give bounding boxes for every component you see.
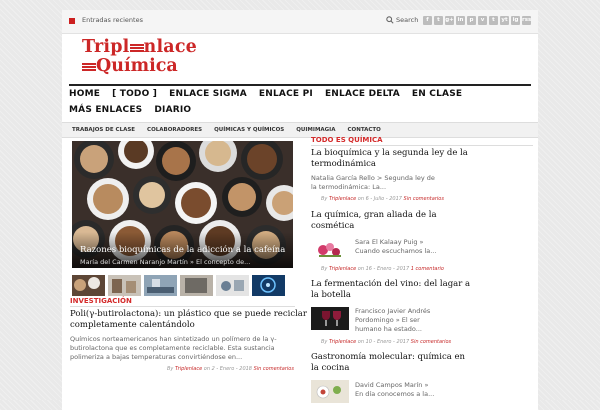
youtube-icon[interactable]: yt (500, 16, 509, 25)
section-investigacion[interactable]: INVESTIGACIÓN (70, 297, 132, 305)
slider-thumbnails (72, 275, 285, 296)
post-title[interactable]: Poli(γ-butirolactona): un plástico que s… (70, 309, 307, 320)
post-title-line2[interactable]: completamente calentándolo (70, 320, 195, 331)
meta-by: By (321, 266, 328, 272)
search-label: Search (396, 16, 419, 24)
meta-by: By (167, 366, 174, 372)
nav-enlace-sigma[interactable]: ENLACE SIGMA (163, 89, 253, 99)
wine-thumbnail[interactable] (311, 307, 349, 330)
post-meta: By Triplenlace on 16 - Enero - 2017 1 co… (321, 266, 444, 272)
subnav-contacto[interactable]: CONTACTO (348, 127, 381, 133)
post-author-link[interactable]: Triplenlace (329, 196, 356, 202)
subnav-colaboradores[interactable]: COLABORADORES (147, 127, 202, 133)
nav-enlace-delta[interactable]: ENLACE DELTA (319, 89, 406, 99)
facebook-icon[interactable]: f (423, 16, 432, 25)
post-excerpt-line2: la termodinámica: La... (311, 183, 387, 191)
vimeo-icon[interactable]: v (478, 16, 487, 25)
sub-nav: TRABAJOS DE CLASE COLABORADORES QUÍMICAS… (62, 122, 538, 138)
post-excerpt-line2: Cuando escuchamos la... (355, 247, 437, 255)
featured-slider[interactable]: Razones bioquímicas de la adicción a la … (72, 141, 293, 268)
top-bar: Entradas recientes Search f t g+ in p v … (62, 10, 538, 34)
featured-meta: María del Carmen Naranjo Martín » El con… (80, 258, 251, 266)
twitter-icon[interactable]: t (434, 16, 443, 25)
recent-posts-link[interactable]: Entradas recientes (82, 16, 143, 24)
post-title[interactable]: La fermentación del vino: del lagar a (311, 279, 470, 290)
section-divider (70, 306, 295, 307)
post-title[interactable]: La química, gran aliada de la (311, 210, 437, 221)
nav-enlace-pi[interactable]: ENLACE PI (253, 89, 319, 99)
post-excerpt-line2: Pordomingo » El ser (355, 316, 420, 324)
post-title-line2[interactable]: termodinámica (311, 159, 376, 170)
featured-title[interactable]: Razones bioquímicas de la adicción a la … (80, 245, 285, 255)
post-comments-link[interactable]: 1 comentario (411, 266, 444, 272)
post-excerpt-line2: En día conocemos a la... (355, 390, 435, 398)
post-comments-link[interactable]: Sin comentarios (254, 366, 294, 372)
nav-todo[interactable]: [ TODO ] (106, 89, 163, 99)
search-button[interactable]: Search (386, 16, 418, 24)
logo-text-1b: nlace (143, 37, 198, 57)
cosmetics-thumbnail[interactable] (311, 238, 349, 261)
thumbnail-6[interactable] (252, 275, 285, 296)
post-date: on 10 - Enero - 2017 (357, 339, 410, 345)
post-title[interactable]: Gastronomía molecular: química en (311, 352, 465, 363)
nav-diario[interactable]: DIARIO (148, 105, 197, 115)
post-comments-link[interactable]: Sin comentarios (411, 339, 451, 345)
subnav-quimicas[interactable]: QUÍMICAS Y QUÍMICOS (214, 127, 284, 133)
section-todo-es-quimica[interactable]: TODO ES QUÍMICA (311, 136, 383, 144)
rss-icon[interactable]: rss (522, 16, 531, 25)
post-excerpt: Francisco Javier Andrés (355, 307, 431, 315)
home-icon[interactable] (69, 18, 75, 24)
meta-by: By (321, 196, 328, 202)
instagram-icon[interactable]: ig (511, 16, 520, 25)
logo-text-1: Tripl (82, 37, 130, 57)
post-excerpt-line2: butirolactona que es completamente recic… (70, 344, 275, 352)
post-excerpt: Sara El Kalaay Puig » (355, 238, 424, 246)
tumblr-icon[interactable]: t (489, 16, 498, 25)
thumbnail-5[interactable] (216, 275, 249, 296)
post-excerpt: Natalia García Rello > Segunda ley de (311, 174, 435, 182)
meta-by: By (321, 339, 328, 345)
post-title-line2[interactable]: cosmética (311, 221, 354, 232)
social-icons: f t g+ in p v t yt ig rss (423, 16, 531, 25)
thumbnail-2[interactable] (108, 275, 141, 296)
nav-en-clase[interactable]: EN CLASE (406, 89, 468, 99)
post-title-line2[interactable]: la botella (311, 290, 351, 301)
post-comments-link[interactable]: Sin comentarios (404, 196, 444, 202)
post-author-link[interactable]: Triplenlace (329, 339, 356, 345)
pinterest-icon[interactable]: p (467, 16, 476, 25)
site-logo[interactable]: Tripl nlace Química (82, 38, 202, 76)
post-date: on 2 - Enero - 2018 (203, 366, 252, 372)
thumbnail-4[interactable] (180, 275, 213, 296)
post-excerpt-line3: humano ha estado... (355, 325, 422, 333)
thumbnail-1[interactable] (72, 275, 105, 296)
google-plus-icon[interactable]: g+ (445, 16, 454, 25)
post-author-link[interactable]: Triplenlace (175, 366, 202, 372)
search-icon (386, 16, 394, 24)
post-author-link[interactable]: Triplenlace (329, 266, 356, 272)
linkedin-icon[interactable]: in (456, 16, 465, 25)
thumbnail-3[interactable] (144, 275, 177, 296)
post-meta: By Triplenlace on 2 - Enero - 2018 Sin c… (167, 366, 294, 372)
post-date: on 6 - Julio - 2017 (357, 196, 402, 202)
nav-mas-enlaces[interactable]: MÁS ENLACES (69, 105, 148, 115)
triple-bond-icon (82, 62, 96, 72)
post-excerpt: David Campos Marín » (355, 381, 429, 389)
logo-text-2: Química (96, 56, 178, 76)
page: Entradas recientes Search f t g+ in p v … (62, 10, 538, 410)
post-meta: By Triplenlace on 10 - Enero - 2017 Sin … (321, 339, 451, 345)
subnav-quimimagia[interactable]: QUIMIMAGIA (296, 127, 335, 133)
post-title[interactable]: La bioquímica y la segunda ley de la (311, 148, 468, 159)
post-excerpt-line3: polimeriza a bajas temperaturas convirti… (70, 353, 243, 361)
triple-bond-icon (129, 43, 144, 53)
nav-home[interactable]: HOME (69, 89, 106, 99)
main-nav: HOME [ TODO ] ENLACE SIGMA ENLACE PI ENL… (69, 84, 531, 120)
post-date: on 16 - Enero - 2017 (357, 266, 410, 272)
post-meta: By Triplenlace on 6 - Julio - 2017 Sin c… (321, 196, 444, 202)
section-divider (311, 145, 533, 146)
post-title-line2[interactable]: la cocina (311, 363, 349, 374)
post-excerpt: Químicos norteamericanos han sintetizado… (70, 335, 277, 343)
subnav-trabajos[interactable]: TRABAJOS DE CLASE (72, 127, 135, 133)
